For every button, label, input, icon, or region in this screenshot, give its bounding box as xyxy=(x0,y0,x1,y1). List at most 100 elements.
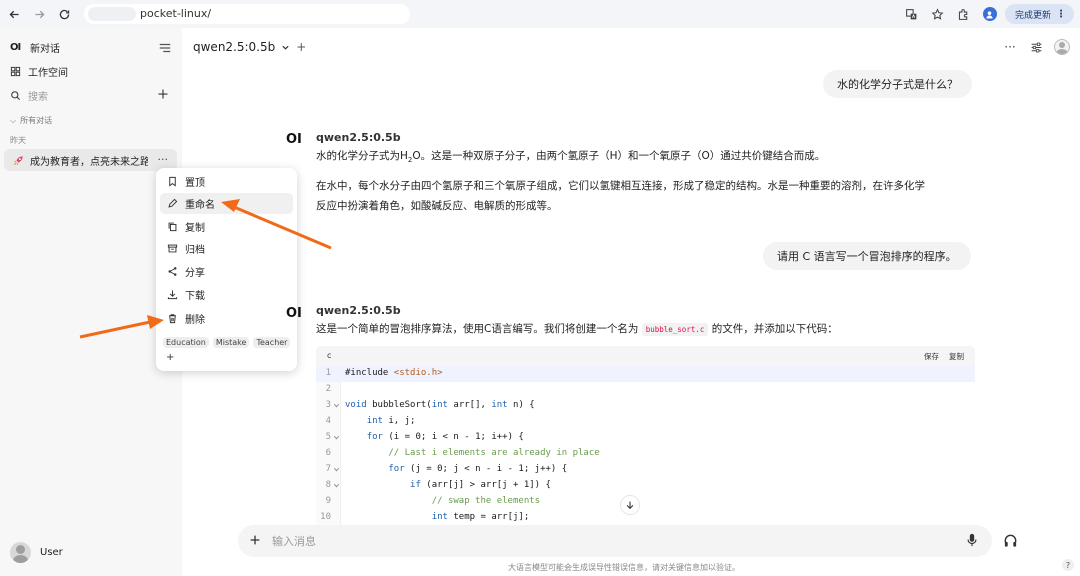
code-text: for (i = 0; i < n - 1; i++) { xyxy=(366,432,524,442)
fold-chevron-icon[interactable] xyxy=(333,482,340,489)
bookmark-button[interactable] xyxy=(927,3,949,25)
avatar[interactable] xyxy=(1054,39,1070,55)
avatar xyxy=(10,542,31,563)
code-line: 4 int i, j; xyxy=(316,414,975,430)
line-number: 5 xyxy=(325,432,331,442)
scroll-to-bottom-button[interactable] xyxy=(620,495,640,515)
browser-toolbar: pocket-linux/ 完成更新 ⋮ xyxy=(0,0,1080,28)
code-line: 10 int temp = arr[j]; xyxy=(316,510,975,526)
inline-code: bubble_sort.c xyxy=(641,323,709,336)
tag-chip[interactable]: Mistake xyxy=(212,337,250,348)
address-bar[interactable]: pocket-linux/ xyxy=(84,4,410,24)
code-editor[interactable]: 1 #include <stdio.h> 2 3 void bubbleSort(int… xyxy=(316,366,975,526)
plus-icon[interactable] xyxy=(248,533,262,547)
menu-item-delete[interactable]: 删除 xyxy=(160,308,293,329)
forward-button[interactable] xyxy=(28,3,50,25)
extensions-button[interactable] xyxy=(953,3,975,25)
code-line: 6 // Last i elements are already in plac… xyxy=(316,446,975,462)
share-icon xyxy=(168,267,177,276)
code-line: 3 void bubbleSort(int arr[], int n) { xyxy=(316,398,975,414)
code-header: c 保存 复制 xyxy=(316,346,975,366)
url-text: pocket-linux/ xyxy=(140,7,212,20)
tag-chip[interactable]: Teacher xyxy=(253,337,291,348)
reload-button[interactable] xyxy=(53,3,75,25)
sidebar: OI 新对话 工作空间 搜索 ⌵ 所有对话 昨天 成为教育者，点亮未来之路 ··… xyxy=(0,28,182,576)
more-options-icon[interactable]: ··· xyxy=(158,153,169,166)
line-number: 3 xyxy=(325,400,331,410)
copy-code-button[interactable]: 复制 xyxy=(949,351,964,362)
menu-item-rename[interactable]: 重命名 xyxy=(160,193,293,214)
add-model-icon[interactable]: + xyxy=(296,40,306,54)
code-line: 2 xyxy=(316,382,975,398)
pencil-icon xyxy=(168,198,178,208)
grid-icon xyxy=(10,66,21,76)
menu-item-archive[interactable]: 归档 xyxy=(160,238,293,259)
microphone-icon[interactable] xyxy=(966,533,978,547)
update-button[interactable]: 完成更新 ⋮ xyxy=(1004,4,1074,24)
fold-chevron-icon[interactable] xyxy=(333,466,340,473)
code-actions: 保存 复制 xyxy=(924,351,964,362)
menu-item-pin[interactable]: 置顶 xyxy=(160,171,293,192)
message-line: 在水中，每个水分子由四个氢原子和三个氧原子组成，它们以氢键相互连接，形成了稳定的… xyxy=(316,180,925,193)
new-chat-button[interactable]: OI 新对话 xyxy=(10,38,60,56)
archive-icon xyxy=(167,244,178,253)
chevron-down-icon xyxy=(282,45,289,50)
user-menu[interactable]: User xyxy=(10,542,63,563)
settings-sliders-icon[interactable] xyxy=(1028,39,1044,55)
message-composer xyxy=(238,525,992,557)
back-button[interactable] xyxy=(3,3,25,25)
code-line: 1 #include <stdio.h> xyxy=(316,366,975,382)
fold-chevron-icon[interactable] xyxy=(333,434,340,441)
workspace-button[interactable]: 工作空间 xyxy=(10,62,68,80)
headphones-icon[interactable] xyxy=(1003,533,1018,548)
search-placeholder: 搜索 xyxy=(28,91,48,103)
chat-context-menu: 置顶 重命名 复制 归档 分享 下载 删除 Education Mistake xyxy=(156,168,297,371)
assistant-name: qwen2.5:0.5b xyxy=(316,131,401,144)
message-input[interactable] xyxy=(272,532,912,550)
url-redaction xyxy=(88,7,136,21)
menu-item-download[interactable]: 下载 xyxy=(160,284,293,305)
code-text: #include <stdio.h> xyxy=(345,368,443,378)
menu-item-label: 删除 xyxy=(185,315,205,326)
menu-item-share[interactable]: 分享 xyxy=(160,261,293,282)
line-number: 10 xyxy=(320,512,331,522)
code-block: c 保存 复制 1 #include <stdio.h> 2 3 void bubble… xyxy=(316,346,975,526)
model-selector[interactable]: qwen2.5:0.5b + xyxy=(193,40,306,54)
more-options-icon[interactable]: ··· xyxy=(1002,39,1018,55)
new-folder-plus-icon[interactable] xyxy=(157,88,169,100)
sidebar-toggle-icon[interactable] xyxy=(158,41,172,55)
arrow-down-icon xyxy=(626,501,634,510)
search-button[interactable]: 搜索 xyxy=(10,86,48,104)
menu-item-label: 分享 xyxy=(185,268,205,279)
app-root: pocket-linux/ 完成更新 ⋮ OI 新对话 工作空间 搜索 ⌵ 所有… xyxy=(0,0,1080,576)
save-code-button[interactable]: 保存 xyxy=(924,351,939,362)
tag-chip[interactable]: Education xyxy=(163,337,209,348)
download-icon xyxy=(167,290,178,300)
menu-item-label: 置顶 xyxy=(185,178,205,189)
menu-item-label: 归档 xyxy=(185,245,205,256)
chevron-down-icon: ⌵ xyxy=(10,115,17,125)
disclaimer-text: 大语言模型可能会生成误导性错误信息，请对关键信息加以验证。 xyxy=(508,563,740,572)
help-button[interactable]: ? xyxy=(1062,559,1074,571)
chat-list-item[interactable]: 成为教育者，点亮未来之路 ··· xyxy=(4,149,177,171)
message-line: 水的化学分子式为H2O。这是一种双原子分子，由两个氢原子（H）和一个氧原子（O）… xyxy=(316,150,826,165)
assistant-logo-icon: OI xyxy=(286,306,302,321)
all-chats-section[interactable]: ⌵ 所有对话 xyxy=(10,115,52,126)
menu-item-clone[interactable]: 复制 xyxy=(160,216,293,237)
workspace-label: 工作空间 xyxy=(28,67,68,79)
line-number: 8 xyxy=(325,480,331,490)
line-number: 6 xyxy=(325,448,331,458)
section-label: 所有对话 xyxy=(20,116,53,125)
line-number: 7 xyxy=(325,464,331,474)
rocket-emoji-icon xyxy=(14,155,23,165)
fold-chevron-icon[interactable] xyxy=(333,402,340,409)
code-text: void bubbleSort(int arr[], int n) { xyxy=(345,400,535,410)
profile-button[interactable] xyxy=(979,3,1001,25)
add-tag-button[interactable]: + xyxy=(166,352,174,363)
code-line: 5 for (i = 0; i < n - 1; i++) { xyxy=(316,430,975,446)
translate-icon xyxy=(906,8,917,19)
menu-item-label: 下载 xyxy=(185,291,205,302)
copy-icon xyxy=(168,222,177,232)
translate-button[interactable] xyxy=(901,3,923,25)
arrow-left-icon xyxy=(9,10,19,18)
